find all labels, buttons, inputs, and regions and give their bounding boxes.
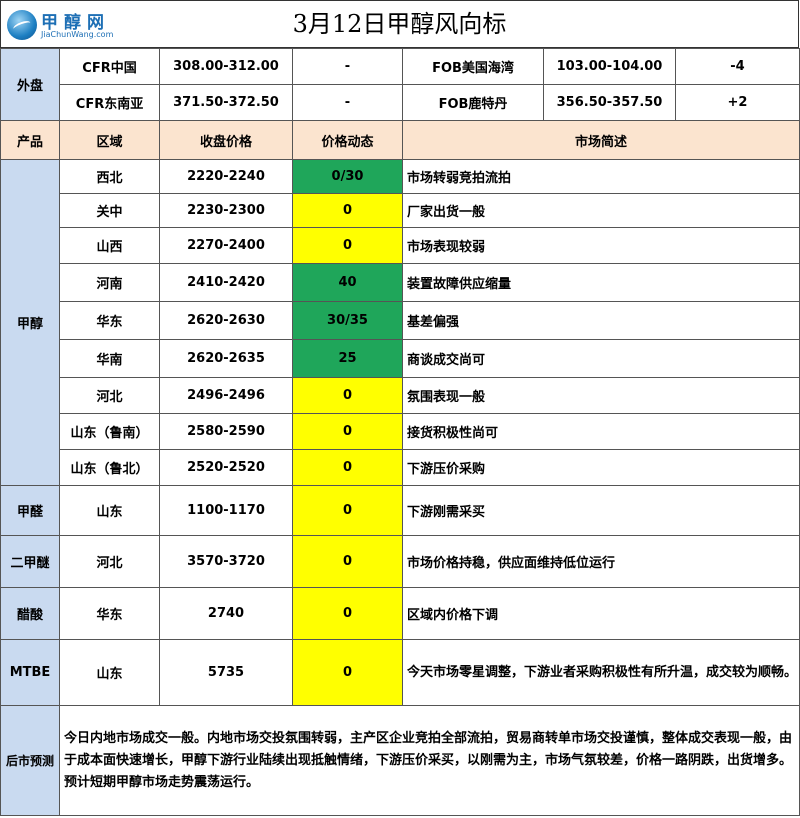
trend-cell: 0/30 xyxy=(292,159,403,194)
price-cell: 1100-1170 xyxy=(159,485,293,536)
desc-cell: 装置故障供应缩量 xyxy=(402,263,800,302)
page-title: 3月12日甲醇风向标 xyxy=(292,10,507,38)
product-label: 甲醛 xyxy=(0,485,60,536)
price-cell: 2220-2240 xyxy=(159,159,293,194)
price-cell: 2740 xyxy=(159,587,293,640)
region-cell: 山东（鲁南） xyxy=(59,413,160,450)
forecast-text: 今日内地市场成交一般。内地市场交投氛围转弱，主产区企业竞拍全部流拍，贸易商转单市… xyxy=(59,705,800,816)
price-cell: 2496-2496 xyxy=(159,377,293,414)
price-cell: 2410-2420 xyxy=(159,263,293,302)
region-cell: 关中 xyxy=(59,193,160,228)
product-label: MTBE xyxy=(0,639,60,706)
product-label: 甲醇 xyxy=(0,159,60,486)
region-cell: 山东 xyxy=(59,485,160,536)
col-header-price: 收盘价格 xyxy=(159,120,293,160)
col-header-region: 区域 xyxy=(59,120,160,160)
region-cell: 山西 xyxy=(59,227,160,264)
price-cell: 2620-2635 xyxy=(159,339,293,378)
report-sheet: 甲醇网 JiaChunWang.com 3月12日甲醇风向标 外盘 CFR中国 … xyxy=(0,0,800,818)
price-table: 外盘 CFR中国 308.00-312.00 - FOB美国海湾 103.00-… xyxy=(0,48,800,816)
desc-cell: 基差偏强 xyxy=(402,301,800,340)
region-cell: 河北 xyxy=(59,377,160,414)
desc-cell: 区域内价格下调 xyxy=(402,587,800,640)
ext-b-change: +2 xyxy=(675,84,800,121)
region-cell: 西北 xyxy=(59,159,160,194)
desc-cell: 接货积极性尚可 xyxy=(402,413,800,450)
ext-a-price: 371.50-372.50 xyxy=(159,84,293,121)
desc-cell: 市场表现较弱 xyxy=(402,227,800,264)
region-cell: 河北 xyxy=(59,535,160,588)
ext-a-price: 308.00-312.00 xyxy=(159,48,293,85)
trend-cell: 0 xyxy=(292,535,403,588)
region-cell: 华东 xyxy=(59,587,160,640)
desc-cell: 厂家出货一般 xyxy=(402,193,800,228)
desc-cell: 今天市场零星调整，下游业者采购积极性有所升温，成交较为顺畅。 xyxy=(402,639,800,706)
product-label: 二甲醚 xyxy=(0,535,60,588)
region-cell: 山东（鲁北） xyxy=(59,449,160,486)
trend-cell: 30/35 xyxy=(292,301,403,340)
price-cell: 2270-2400 xyxy=(159,227,293,264)
trend-cell: 0 xyxy=(292,413,403,450)
ext-a-change: - xyxy=(292,84,403,121)
ext-b-price: 103.00-104.00 xyxy=(543,48,676,85)
ext-b-price: 356.50-357.50 xyxy=(543,84,676,121)
desc-cell: 商谈成交尚可 xyxy=(402,339,800,378)
region-cell: 华南 xyxy=(59,339,160,378)
region-cell: 河南 xyxy=(59,263,160,302)
trend-cell: 0 xyxy=(292,449,403,486)
ext-b-name: FOB美国海湾 xyxy=(402,48,544,85)
trend-cell: 0 xyxy=(292,485,403,536)
price-cell: 2520-2520 xyxy=(159,449,293,486)
ext-b-name: FOB鹿特丹 xyxy=(402,84,544,121)
ext-b-change: -4 xyxy=(675,48,800,85)
col-header-product: 产品 xyxy=(0,120,60,160)
price-cell: 5735 xyxy=(159,639,293,706)
trend-cell: 0 xyxy=(292,193,403,228)
desc-cell: 下游刚需采买 xyxy=(402,485,800,536)
desc-cell: 市场价格持稳，供应面维持低位运行 xyxy=(402,535,800,588)
col-header-trend: 价格动态 xyxy=(292,120,403,160)
trend-cell: 0 xyxy=(292,587,403,640)
desc-cell: 下游压价采购 xyxy=(402,449,800,486)
ext-a-change: - xyxy=(292,48,403,85)
region-cell: 山东 xyxy=(59,639,160,706)
product-label: 醋酸 xyxy=(0,587,60,640)
price-cell: 2620-2630 xyxy=(159,301,293,340)
trend-cell: 25 xyxy=(292,339,403,378)
desc-cell: 氛围表现一般 xyxy=(402,377,800,414)
price-cell: 2580-2590 xyxy=(159,413,293,450)
region-cell: 华东 xyxy=(59,301,160,340)
header-bar: 甲醇网 JiaChunWang.com 3月12日甲醇风向标 xyxy=(0,0,799,48)
trend-cell: 0 xyxy=(292,377,403,414)
external-label: 外盘 xyxy=(0,48,60,121)
col-header-desc: 市场简述 xyxy=(402,120,800,160)
price-cell: 3570-3720 xyxy=(159,535,293,588)
trend-cell: 0 xyxy=(292,639,403,706)
trend-cell: 0 xyxy=(292,227,403,264)
price-cell: 2230-2300 xyxy=(159,193,293,228)
ext-a-name: CFR东南亚 xyxy=(59,84,160,121)
ext-a-name: CFR中国 xyxy=(59,48,160,85)
trend-cell: 40 xyxy=(292,263,403,302)
forecast-label: 后市预测 xyxy=(0,705,60,816)
desc-cell: 市场转弱竞拍流拍 xyxy=(402,159,800,194)
